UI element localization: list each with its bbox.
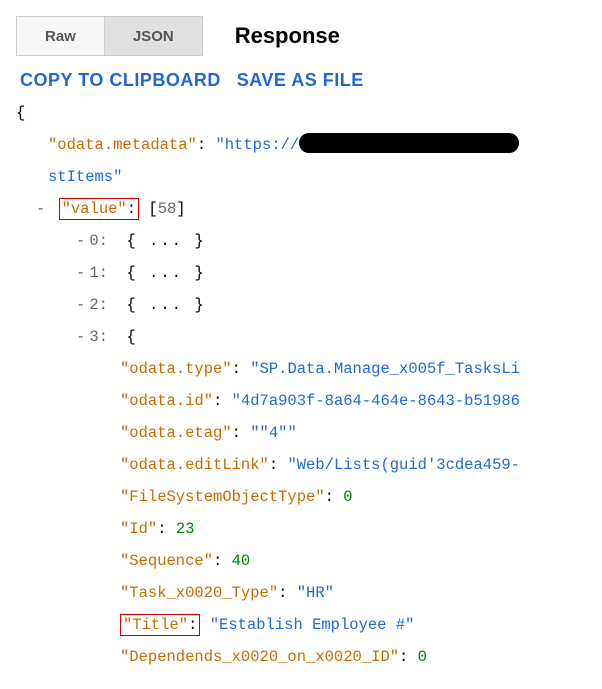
json-property-row: "Id": 23 — [16, 513, 586, 545]
json-array-item-2: -2: { ... } — [16, 289, 586, 321]
json-property-row: "odata.type": "SP.Data.Manage_x005f_Task… — [16, 353, 586, 385]
collapse-toggle-icon[interactable]: - — [76, 289, 85, 321]
json-array-item-3: -3: { — [16, 321, 586, 353]
json-number-value: 0 — [343, 488, 352, 506]
json-key: "odata.metadata" — [48, 136, 197, 154]
json-key: "Id" — [120, 520, 157, 538]
json-key: "odata.type" — [120, 360, 232, 378]
collapsed-object[interactable]: { ... } — [127, 296, 206, 314]
copy-to-clipboard-link[interactable]: COPY TO CLIPBOARD — [20, 70, 221, 91]
json-number-value: 40 — [232, 552, 251, 570]
json-string-value: "Web/Lists(guid'3cdea459- — [287, 456, 520, 474]
json-value-array-header: - "value": [58] — [16, 193, 586, 225]
array-index: 2: — [89, 296, 108, 314]
json-property-row: "FileSystemObjectType": 0 — [16, 481, 586, 513]
json-open-brace: { — [16, 97, 586, 129]
collapsed-object[interactable]: { ... } — [127, 232, 206, 250]
collapsed-object[interactable]: { ... } — [127, 264, 206, 282]
json-string-value: stItems" — [48, 168, 122, 186]
json-string-value: "Establish Employee #" — [210, 616, 415, 634]
json-key: "Title" — [123, 616, 188, 634]
collapse-toggle-icon[interactable]: - — [76, 257, 85, 289]
json-string-value: "HR" — [297, 584, 334, 602]
redacted-segment — [299, 133, 519, 153]
json-key: "Task_x0020_Type" — [120, 584, 278, 602]
json-string-value: ""4"" — [250, 424, 297, 442]
save-as-file-link[interactable]: SAVE AS FILE — [237, 70, 364, 91]
json-string-value: "https:// — [215, 136, 299, 154]
action-bar: COPY TO CLIPBOARD SAVE AS FILE — [16, 62, 586, 97]
json-tab[interactable]: JSON — [104, 16, 203, 56]
json-property-row: "Sequence": 40 — [16, 545, 586, 577]
array-count: 58 — [158, 200, 177, 218]
collapse-toggle-icon[interactable]: - — [76, 225, 85, 257]
view-toolbar: RawJSON Response — [16, 16, 586, 56]
json-key: "odata.etag" — [120, 424, 232, 442]
array-index: 0: — [89, 232, 108, 250]
json-property-row: "Title": "Establish Employee #" — [16, 609, 586, 641]
json-key: "value" — [62, 200, 127, 218]
json-property-row: "Task_x0020_Type": "HR" — [16, 577, 586, 609]
json-number-value: 23 — [176, 520, 195, 538]
raw-tab[interactable]: Raw — [16, 16, 105, 56]
response-heading: Response — [235, 23, 340, 49]
json-property-row: "odata.id": "4d7a903f-8a64-464e-8643-b51… — [16, 385, 586, 417]
collapse-toggle-icon[interactable]: - — [36, 193, 45, 225]
array-index: 1: — [89, 264, 108, 282]
highlight-box: "Title": — [120, 614, 200, 636]
json-key: "Sequence" — [120, 552, 213, 570]
json-array-item-1: -1: { ... } — [16, 257, 586, 289]
json-key: "Dependends_x0020_on_x0020_ID" — [120, 648, 399, 666]
array-index: 3: — [89, 328, 108, 346]
json-string-value: "SP.Data.Manage_x005f_TasksLi — [250, 360, 520, 378]
json-property-row: "odata.etag": ""4"" — [16, 417, 586, 449]
json-string-value: "4d7a903f-8a64-464e-8643-b51986 — [232, 392, 520, 410]
collapse-toggle-icon[interactable]: - — [76, 321, 85, 353]
json-key: "odata.editLink" — [120, 456, 269, 474]
json-odata-metadata-row: "odata.metadata": "https:// — [16, 129, 586, 161]
json-number-value: 0 — [418, 648, 427, 666]
highlight-box: "value": — [59, 198, 139, 220]
json-property-row: "Dependends_x0020_on_x0020_ID": 0 — [16, 641, 586, 673]
json-array-item-0: -0: { ... } — [16, 225, 586, 257]
json-odata-metadata-row-2: stItems" — [16, 161, 586, 193]
json-key: "FileSystemObjectType" — [120, 488, 325, 506]
json-key: "odata.id" — [120, 392, 213, 410]
json-viewer: { "odata.metadata": "https:// stItems" -… — [16, 97, 586, 673]
json-property-row: "odata.editLink": "Web/Lists(guid'3cdea4… — [16, 449, 586, 481]
